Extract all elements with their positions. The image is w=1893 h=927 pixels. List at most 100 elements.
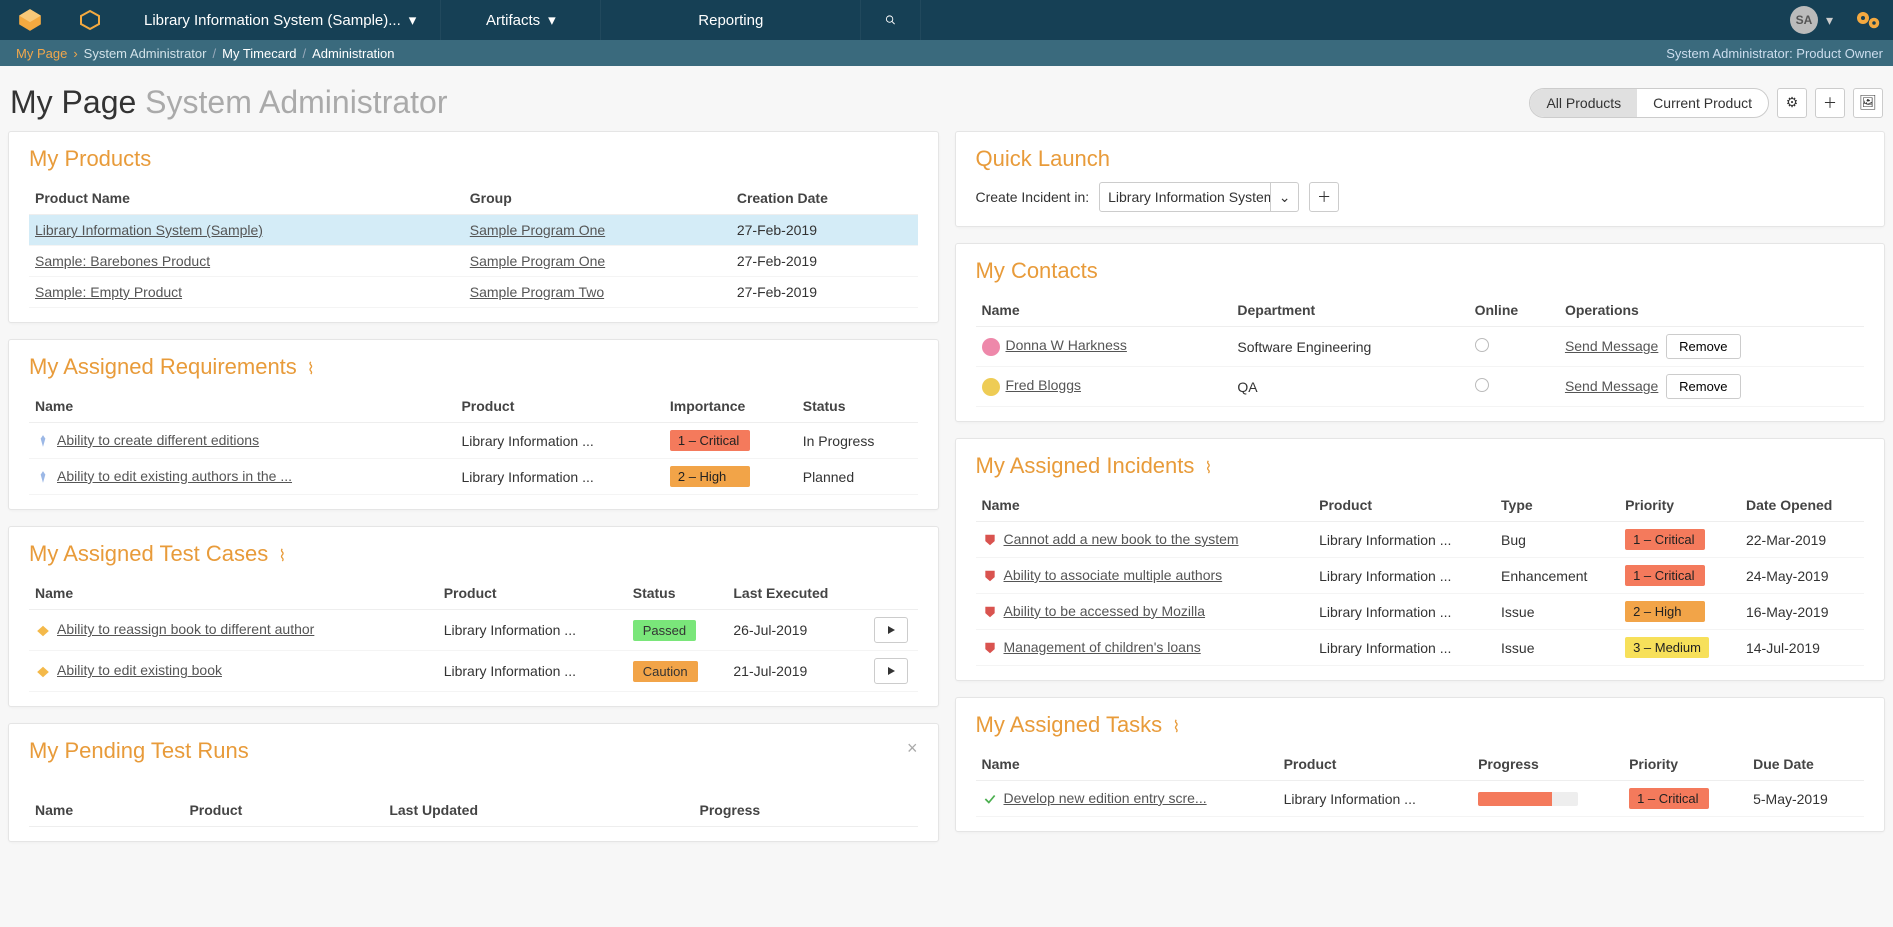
settings-button[interactable]: ⚙ (1777, 88, 1807, 118)
product-selector[interactable]: Library Information System (Sample)... ▾ (120, 0, 441, 40)
nav-artifacts[interactable]: Artifacts ▾ (441, 0, 601, 40)
priority-badge: 1 – Critical (1629, 788, 1709, 809)
quick-launch-add-button[interactable]: ＋ (1309, 182, 1339, 212)
contact-link[interactable]: Fred Bloggs (1006, 377, 1081, 393)
table-row[interactable]: Donna W Harkness Software Engineering Se… (976, 327, 1865, 367)
col-priority: Priority (1619, 489, 1740, 522)
col-name: Name (29, 390, 455, 423)
card-title: My Products (29, 146, 918, 172)
table-row[interactable]: Ability to edit existing authors in the … (29, 459, 918, 495)
app-logo-icon[interactable] (0, 0, 60, 40)
cell-product: Library Information ... (1313, 630, 1495, 666)
product-link[interactable]: Sample: Barebones Product (35, 253, 210, 269)
close-icon[interactable]: × (907, 738, 918, 759)
table-row[interactable]: Sample: Empty Product Sample Program Two… (29, 277, 918, 308)
card-title: My Contacts (976, 258, 1865, 284)
caret-down-icon: ▾ (409, 11, 417, 29)
contact-link[interactable]: Donna W Harkness (1006, 337, 1127, 353)
crumb-sysadmin[interactable]: System Administrator (78, 46, 213, 61)
rss-icon[interactable]: ⌇ (278, 548, 286, 565)
product-link[interactable]: Library Information System (Sample) (35, 222, 263, 238)
group-link[interactable]: Sample Program Two (470, 284, 604, 300)
send-message-link[interactable]: Send Message (1565, 378, 1658, 394)
col-name: Name (29, 794, 183, 827)
crumb-timecard[interactable]: My Timecard (216, 46, 302, 61)
page-header: My Page System Administrator All Product… (0, 66, 1893, 131)
card-title: Quick Launch (976, 146, 1865, 172)
rss-icon[interactable]: ⌇ (1172, 719, 1180, 736)
testcase-link[interactable]: Ability to reassign book to different au… (57, 621, 314, 637)
table-row[interactable]: Ability to create different editions Lib… (29, 423, 918, 459)
chevron-down-icon[interactable]: ⌄ (1270, 183, 1298, 211)
table-row[interactable]: Fred Bloggs QA Send Message Remove (976, 367, 1865, 407)
quick-launch-select[interactable]: Library Information System ⌄ (1099, 182, 1299, 212)
add-widget-button[interactable]: ＋ (1815, 88, 1845, 118)
incident-link[interactable]: Cannot add a new book to the system (1004, 531, 1239, 547)
dashboard-columns: My Products Product Name Group Creation … (0, 131, 1893, 862)
col-type: Type (1495, 489, 1619, 522)
table-row[interactable]: Library Information System (Sample) Samp… (29, 215, 918, 246)
caret-down-icon: ▾ (548, 11, 556, 29)
priority-badge: 2 – High (1625, 601, 1705, 622)
task-link[interactable]: Develop new edition entry scre... (1004, 790, 1207, 806)
crumb-mypage[interactable]: My Page (10, 46, 73, 61)
product-link[interactable]: Sample: Empty Product (35, 284, 182, 300)
image-button[interactable]: 🖼 (1853, 88, 1883, 118)
remove-button[interactable]: Remove (1666, 374, 1740, 399)
table-row[interactable]: Ability to be accessed by Mozilla Librar… (976, 594, 1865, 630)
toggle-all-products[interactable]: All Products (1530, 89, 1637, 117)
col-name: Name (976, 748, 1278, 781)
col-product: Product (1278, 748, 1473, 781)
table-row[interactable]: Ability to associate multiple authors Li… (976, 558, 1865, 594)
incident-link[interactable]: Management of children's loans (1004, 639, 1201, 655)
remove-button[interactable]: Remove (1666, 334, 1740, 359)
col-name: Name (976, 294, 1232, 327)
card-my-incidents: My Assigned Incidents ⌇ Name Product Typ… (955, 438, 1886, 681)
execute-button[interactable] (874, 658, 908, 684)
cell-date: 22-Mar-2019 (1740, 522, 1864, 558)
group-link[interactable]: Sample Program One (470, 222, 605, 238)
col-last-executed: Last Executed (727, 577, 867, 610)
crumb-admin[interactable]: Administration (306, 46, 400, 61)
cell-product: Library Information ... (1313, 558, 1495, 594)
send-message-link[interactable]: Send Message (1565, 338, 1658, 354)
requirement-link[interactable]: Ability to edit existing authors in the … (57, 468, 292, 484)
toggle-current-product[interactable]: Current Product (1637, 89, 1768, 117)
online-indicator (1475, 378, 1489, 392)
product-selector-label: Library Information System (Sample)... (144, 12, 401, 29)
cell-product: Library Information ... (1313, 522, 1495, 558)
rss-icon[interactable]: ⌇ (1205, 460, 1213, 477)
table-row[interactable]: Ability to reassign book to different au… (29, 610, 918, 651)
testcase-link[interactable]: Ability to edit existing book (57, 662, 222, 678)
user-menu[interactable]: SA ▾ (1780, 6, 1843, 34)
col-due-date: Due Date (1747, 748, 1864, 781)
requirement-icon (35, 433, 51, 449)
nav-reporting[interactable]: Reporting (601, 0, 861, 40)
nav-search[interactable] (861, 0, 921, 40)
table-row[interactable]: Sample: Barebones Product Sample Program… (29, 246, 918, 277)
cell-type: Issue (1495, 594, 1619, 630)
col-product-name: Product Name (29, 182, 464, 215)
incident-link[interactable]: Ability to be accessed by Mozilla (1004, 603, 1206, 619)
table-row[interactable]: Cannot add a new book to the system Libr… (976, 522, 1865, 558)
incident-link[interactable]: Ability to associate multiple authors (1004, 567, 1223, 583)
cell-product: Library Information ... (438, 610, 627, 651)
col-progress: Progress (1472, 748, 1623, 781)
cell-due-date: 5-May-2019 (1747, 781, 1864, 817)
product-hex-icon[interactable] (60, 0, 120, 40)
cell-date: 27-Feb-2019 (731, 246, 918, 277)
execute-button[interactable] (874, 617, 908, 643)
table-row[interactable]: Ability to edit existing book Library In… (29, 651, 918, 692)
group-link[interactable]: Sample Program One (470, 253, 605, 269)
requirement-link[interactable]: Ability to create different editions (57, 432, 259, 448)
cell-date: 16-May-2019 (1740, 594, 1864, 630)
table-row[interactable]: Management of children's loans Library I… (976, 630, 1865, 666)
rss-icon[interactable]: ⌇ (307, 361, 315, 378)
page-title: My Page System Administrator (10, 84, 447, 121)
table-row[interactable]: Develop new edition entry scre... Librar… (976, 781, 1865, 817)
right-column: Quick Launch Create Incident in: Library… (955, 131, 1886, 842)
breadcrumb-bar: My Page › System Administrator / My Time… (0, 40, 1893, 66)
online-indicator (1475, 338, 1489, 352)
admin-gears-button[interactable] (1843, 10, 1893, 30)
page-title-main: My Page (10, 84, 136, 120)
